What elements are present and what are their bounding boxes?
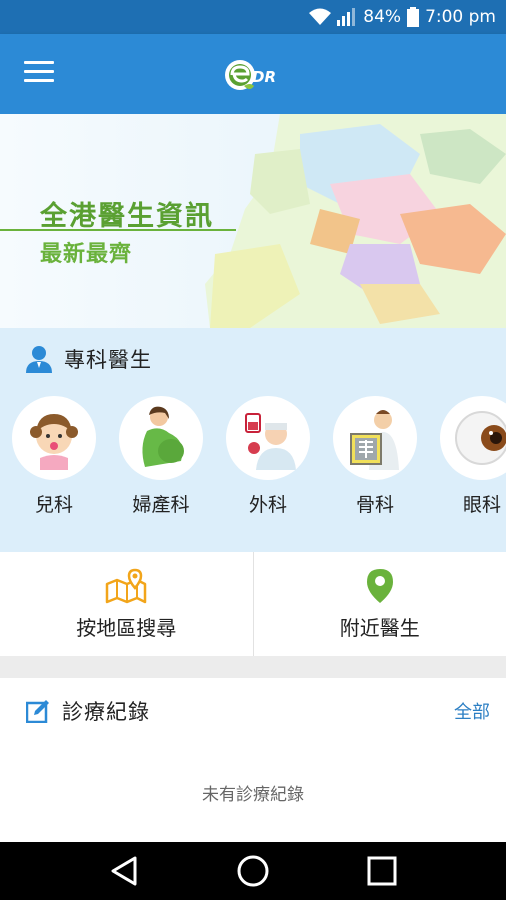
logo-text: DR: [252, 68, 277, 86]
banner-divider: [0, 229, 236, 231]
specialist-orthopedics[interactable]: 骨科: [333, 396, 417, 517]
menu-button[interactable]: [24, 61, 54, 85]
xray-icon: [350, 410, 399, 470]
status-bar: 84% 7:00 pm: [0, 0, 506, 34]
system-nav-bar: [0, 842, 506, 900]
home-button[interactable]: [233, 851, 273, 891]
specialist-label: 骨科: [355, 494, 394, 516]
edit-icon: [26, 700, 49, 723]
battery-icon: [407, 7, 420, 27]
records-heading: 診療紀錄: [62, 700, 150, 724]
specialist-surgery[interactable]: 外科: [226, 396, 310, 517]
back-icon: [111, 856, 137, 886]
app-bar: DR: [0, 34, 506, 114]
quick-links: 按地區搜尋 附近醫生: [0, 552, 506, 656]
recents-button[interactable]: [362, 851, 402, 891]
specialist-label: 眼科: [462, 494, 501, 516]
location-icon: [366, 568, 393, 603]
banner-subtitle: 最新最齊: [40, 242, 133, 267]
section-divider: [0, 656, 506, 678]
eye-icon: [455, 411, 506, 465]
doctor-icon: [26, 346, 52, 373]
records-all-link[interactable]: 全部: [454, 698, 490, 724]
map-pin-icon: [106, 568, 147, 603]
specialist-list: 兒科 婦產科 外科 骨科 眼科: [12, 396, 506, 517]
back-button[interactable]: [104, 851, 144, 891]
records-header: 診療紀錄: [26, 696, 150, 726]
specialist-header: 專科醫生: [26, 344, 152, 374]
home-icon: [237, 855, 269, 887]
specialist-section: 專科醫生 兒科 婦產科 外科 骨科 眼科: [0, 328, 506, 552]
specialist-label: 外科: [248, 494, 287, 516]
specialist-obstetrics[interactable]: 婦產科: [119, 396, 203, 517]
specialist-pediatrics[interactable]: 兒科: [12, 396, 96, 517]
nearby-doctors-label: 附近醫生: [339, 615, 420, 640]
clock: 7:00 pm: [425, 7, 496, 27]
wifi-icon: [309, 8, 332, 25]
specialist-ophthalmology[interactable]: 眼科: [440, 396, 506, 517]
nearby-doctors-button[interactable]: 附近醫生: [252, 552, 506, 656]
battery-percent: 84%: [363, 7, 402, 27]
records-section: 診療紀錄 全部 未有診療紀錄: [0, 678, 506, 842]
hero-banner: 全港醫生資訊 最新最齊: [0, 114, 506, 328]
search-by-district-button[interactable]: 按地區搜尋: [0, 552, 253, 656]
child-icon: [30, 414, 78, 470]
recents-icon: [367, 856, 397, 886]
banner-title: 全港醫生資訊: [40, 201, 214, 232]
records-empty-message: 未有診療紀錄: [202, 785, 304, 805]
surgeon-icon: [245, 413, 296, 470]
search-by-district-label: 按地區搜尋: [76, 615, 177, 640]
pregnant-woman-icon: [142, 406, 184, 467]
specialist-heading: 專科醫生: [64, 348, 152, 372]
signal-icon: [337, 8, 356, 26]
specialist-label: 兒科: [34, 494, 73, 516]
specialist-label: 婦產科: [132, 494, 190, 516]
